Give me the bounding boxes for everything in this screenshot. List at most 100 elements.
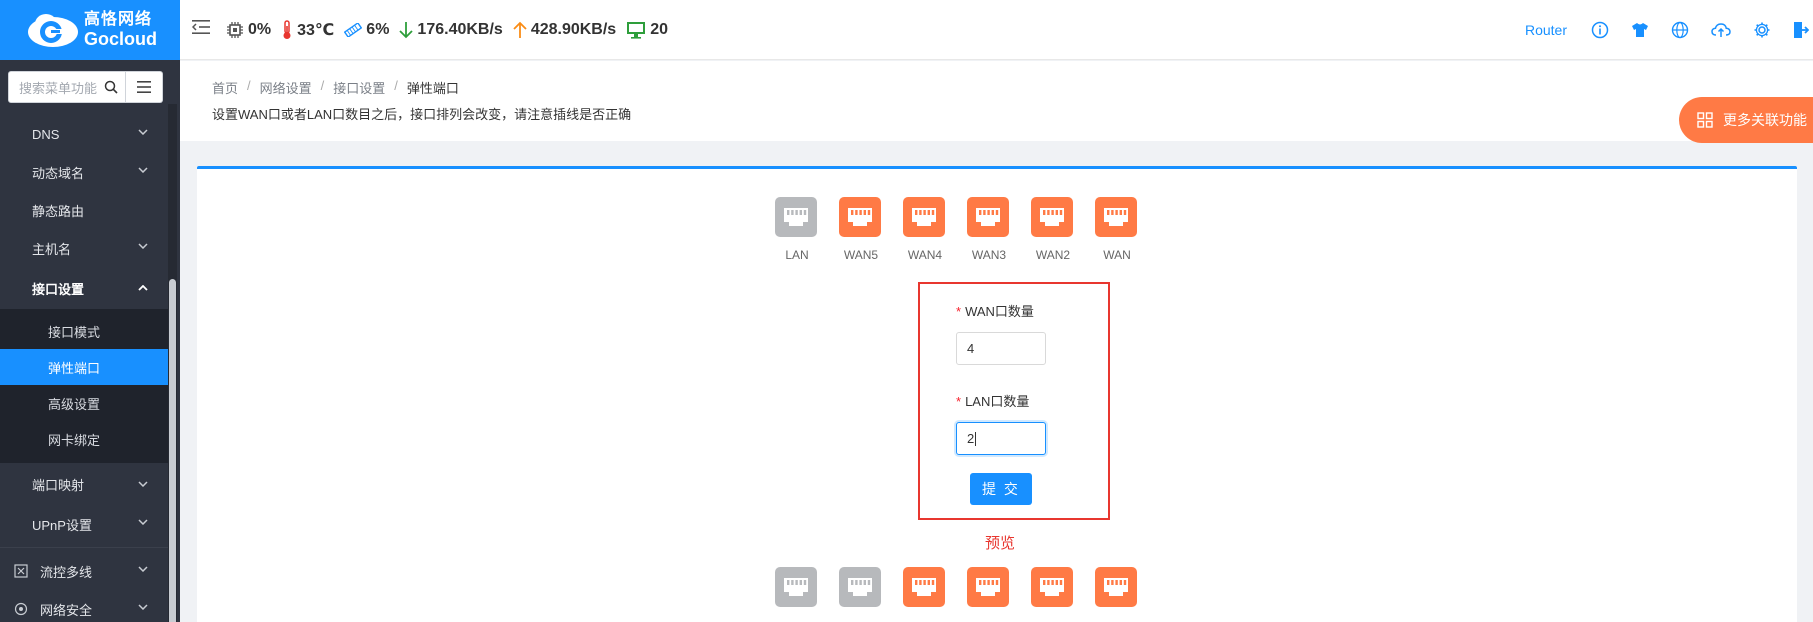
- chevron-down-icon: [138, 566, 148, 572]
- cpu-icon: [227, 21, 243, 38]
- security-icon: [14, 602, 28, 616]
- current-port-1: WAN5: [839, 197, 883, 262]
- info-icon[interactable]: [1591, 21, 1609, 39]
- wan-count-input[interactable]: 4: [956, 332, 1046, 365]
- sidebar-subitem-label: 高级设置: [48, 396, 101, 412]
- preview-port-layout: [197, 567, 1797, 622]
- thermometer-icon: [283, 19, 291, 39]
- lan-count-input[interactable]: 2: [956, 422, 1046, 455]
- wan-port-icon: [903, 197, 945, 237]
- chevron-down-icon: [138, 604, 148, 610]
- wan-port-icon: [1031, 567, 1073, 607]
- temperature-stat: 33℃: [281, 19, 334, 40]
- page-hint: 设置WAN口或者LAN口数目之后，接口排列会改变，请注意插线是否正确: [212, 107, 632, 122]
- sidebar-group-label: 网络安全: [40, 602, 93, 618]
- current-port-4: WAN2: [1031, 197, 1075, 262]
- sidebar-item-upnp[interactable]: UPnP设置: [0, 505, 168, 543]
- breadcrumb: 首页 / 网络设置 / 接口设置 / 弹性端口: [212, 78, 459, 97]
- preview-port-5: [1095, 567, 1139, 607]
- sidebar-item-port-mapping[interactable]: 端口映射: [0, 463, 168, 505]
- chevron-down-icon: [138, 243, 148, 249]
- monitor-icon: [627, 21, 646, 39]
- arrow-up-icon: [513, 21, 527, 38]
- clients-value: 20: [650, 20, 668, 38]
- preview-label: 预览: [985, 535, 1016, 552]
- sidebar-scrollbar[interactable]: [168, 104, 177, 622]
- shirt-icon[interactable]: [1631, 22, 1649, 38]
- sidebar-item-interface-settings[interactable]: 接口设置: [0, 267, 168, 309]
- sidebar-item-dns[interactable]: DNS: [0, 115, 168, 153]
- cloud-upload-icon[interactable]: [1711, 22, 1731, 38]
- chevron-down-icon: [138, 519, 148, 525]
- router-label[interactable]: Router: [1525, 22, 1567, 38]
- brand-name-en: Gocloud: [84, 29, 157, 49]
- sidebar-nav: DNS 动态域名 静态路由 主机名 接口设置 接口模式 弹性端口 高级设置 网卡…: [0, 115, 168, 622]
- port-label: WAN5: [843, 248, 879, 262]
- submit-button[interactable]: 提 交: [970, 473, 1032, 505]
- flow-icon: [14, 564, 28, 578]
- menu-search-input[interactable]: 搜索菜单功能: [8, 71, 126, 103]
- port-label: WAN2: [1035, 248, 1071, 262]
- sidebar-group-label: 流控多线: [40, 564, 93, 580]
- sidebar-subitem-advanced[interactable]: 高级设置: [0, 385, 168, 421]
- port-label: WAN: [1103, 248, 1131, 262]
- lan-port-icon: [839, 567, 881, 607]
- sidebar-item-ddns[interactable]: 动态域名: [0, 153, 168, 191]
- clients-stat: 20: [626, 21, 668, 39]
- port-label: WAN3: [971, 248, 1007, 262]
- brand-name-cn: 高恪网络: [84, 11, 153, 28]
- grid-icon: [1697, 112, 1713, 128]
- sidebar-group-flow-control[interactable]: 流控多线: [0, 552, 168, 590]
- cpu-stat: 0%: [226, 21, 271, 39]
- upload-value: 428.90KB/s: [530, 20, 617, 38]
- sidebar-item-label: 静态路由: [32, 203, 85, 219]
- preview-port-3: [967, 567, 1011, 607]
- port-label: WAN4: [907, 248, 943, 262]
- current-port-5: WAN: [1095, 197, 1139, 262]
- sidebar-item-hostname[interactable]: 主机名: [0, 229, 168, 267]
- scrollbar-thumb[interactable]: [169, 279, 176, 622]
- arrow-down-icon: [399, 21, 414, 38]
- settings-icon[interactable]: [1753, 21, 1771, 39]
- breadcrumb-network-settings[interactable]: 网络设置: [260, 78, 312, 97]
- wan-port-icon: [967, 567, 1009, 607]
- lan-port-icon: [775, 567, 817, 607]
- logout-icon[interactable]: [1793, 21, 1809, 39]
- menu-toggle-button[interactable]: [126, 71, 163, 103]
- search-icon[interactable]: [104, 80, 118, 94]
- search-placeholder: 搜索菜单功能: [19, 80, 98, 96]
- upload-stat: 428.90KB/s: [513, 21, 616, 39]
- breadcrumb-interface-settings[interactable]: 接口设置: [333, 78, 385, 97]
- port-count-form: * WAN口数量 4 * LAN口数量 2 提 交: [918, 282, 1110, 520]
- cpu-value: 0%: [248, 20, 272, 38]
- port-label: LAN: [785, 248, 809, 262]
- more-related-functions-button[interactable]: 更多关联功能: [1679, 97, 1813, 143]
- sidebar: 高恪网络 Gocloud 搜索菜单功能 DNS 动态域名 静态路由 主机名 接口…: [0, 0, 180, 622]
- current-port-0: LAN: [775, 197, 819, 262]
- breadcrumb-current: 弹性端口: [406, 81, 459, 96]
- chevron-down-icon: [138, 481, 148, 487]
- memory-icon: [344, 22, 363, 37]
- lan-count-label: * LAN口数量: [956, 394, 1030, 409]
- current-port-2: WAN4: [903, 197, 947, 262]
- sidebar-subitem-interface-mode[interactable]: 接口模式: [0, 313, 168, 349]
- top-bar: 0% 33℃ 6% 176.40KB/s 428.90KB/s 20 Route…: [180, 0, 1813, 60]
- sidebar-subitem-label: 接口模式: [48, 324, 101, 340]
- wan-port-icon: [1031, 197, 1073, 237]
- sidebar-item-label: UPnP设置: [32, 517, 92, 533]
- sidebar-item-label: 接口设置: [32, 281, 85, 297]
- breadcrumb-home[interactable]: 首页: [212, 78, 238, 97]
- download-value: 176.40KB/s: [417, 20, 503, 38]
- sidebar-item-label: DNS: [32, 126, 60, 142]
- globe-icon[interactable]: [1671, 21, 1689, 39]
- more-button-label: 更多关联功能: [1723, 112, 1807, 128]
- sidebar-subitem-elastic-port[interactable]: 弹性端口: [0, 349, 168, 385]
- chevron-up-icon: [138, 285, 148, 291]
- sidebar-item-label: 主机名: [32, 241, 72, 257]
- sidebar-group-security[interactable]: 网络安全: [0, 590, 168, 622]
- chevron-down-icon: [138, 167, 148, 173]
- sidebar-item-static-route[interactable]: 静态路由: [0, 191, 168, 229]
- collapse-sidebar-icon[interactable]: [191, 19, 210, 40]
- sidebar-subitem-nic-bonding[interactable]: 网卡绑定: [0, 421, 168, 457]
- logo[interactable]: 高恪网络 Gocloud: [0, 0, 180, 60]
